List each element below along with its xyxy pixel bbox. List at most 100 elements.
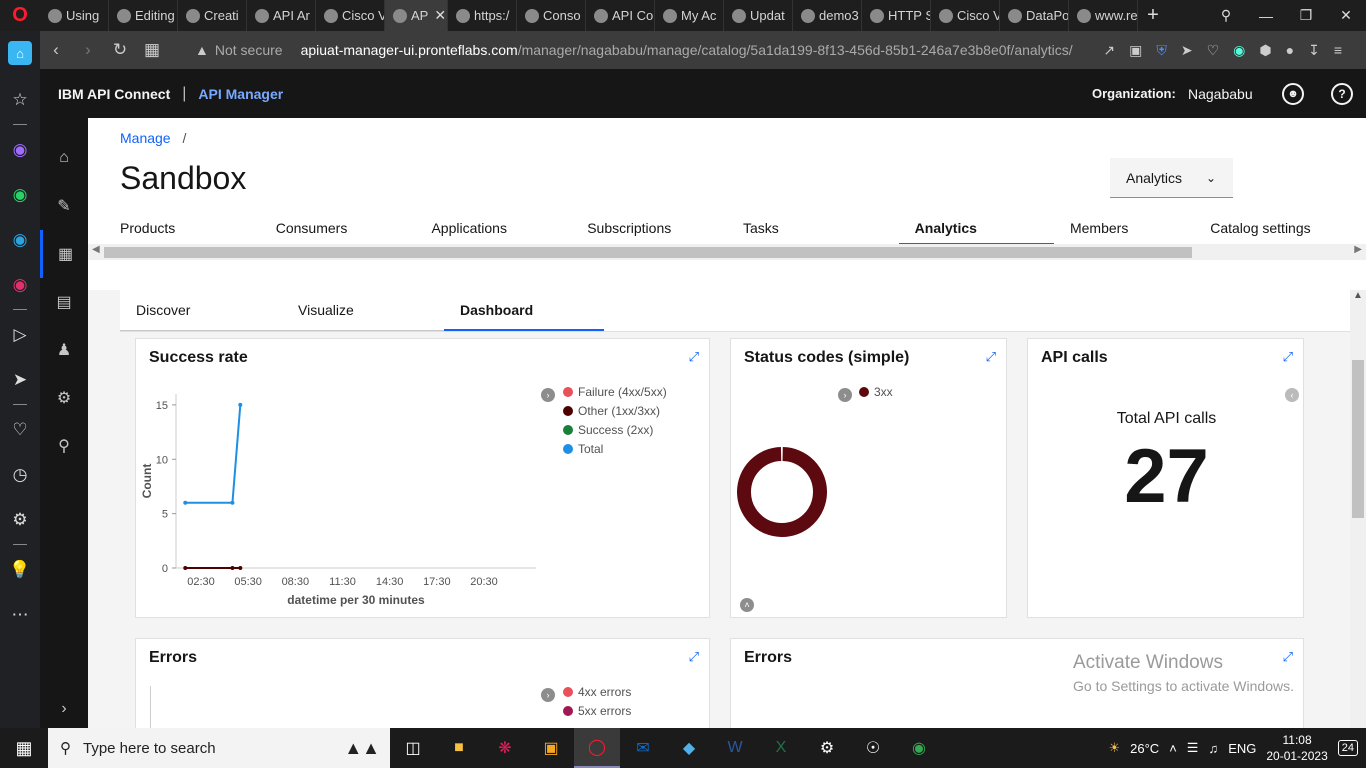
- nav-manage-icon[interactable]: ▦: [40, 230, 88, 278]
- history-icon[interactable]: ◷: [0, 452, 40, 497]
- nav-search-icon[interactable]: ⚲: [40, 422, 88, 470]
- settings-icon[interactable]: ⚙: [0, 497, 40, 542]
- taskbar-search[interactable]: ⚲ Type here to search ▲▲: [48, 728, 390, 768]
- url-field[interactable]: ▲ Not secure apiuat-manager-ui.prontefla…: [195, 35, 1085, 65]
- breadcrumb-manage-link[interactable]: Manage: [120, 130, 171, 146]
- browser-tab[interactable]: Cisco V: [931, 0, 1000, 31]
- browser-tab[interactable]: HTTP S: [862, 0, 931, 31]
- legend-nav-icon[interactable]: ›: [541, 688, 555, 702]
- browser-tab[interactable]: www.re: [1069, 0, 1138, 31]
- notification-icon[interactable]: 24: [1337, 740, 1358, 756]
- chevron-up-icon[interactable]: ˄: [1169, 741, 1177, 756]
- task-view-icon[interactable]: ◫: [390, 728, 436, 768]
- star-icon[interactable]: ☆: [0, 77, 40, 122]
- chrome-icon[interactable]: ◉: [896, 728, 942, 768]
- help-icon[interactable]: ?: [1331, 82, 1353, 105]
- nav-members-icon[interactable]: ♟: [40, 326, 88, 374]
- legend-item[interactable]: 5xx errors: [563, 701, 631, 720]
- browser-tab[interactable]: My Ac: [655, 0, 724, 31]
- brand-name[interactable]: IBM API Connect: [58, 86, 170, 102]
- browser-tab[interactable]: AP ✕: [385, 0, 448, 31]
- legend-item[interactable]: Failure (4xx/5xx): [563, 382, 667, 401]
- scroll-right-icon[interactable]: ▶: [1354, 244, 1362, 255]
- subtab-dashboard[interactable]: Dashboard: [444, 290, 604, 331]
- camera-icon[interactable]: ▣: [1129, 42, 1142, 59]
- tab-grid-icon[interactable]: ▦: [136, 40, 168, 60]
- product-name[interactable]: API Manager: [198, 86, 283, 102]
- close-window-icon[interactable]: ✕: [1326, 0, 1366, 31]
- view-dropdown[interactable]: Analytics ⌄: [1110, 158, 1233, 198]
- instagram-icon[interactable]: ◉: [0, 262, 40, 307]
- file-explorer-icon[interactable]: ■: [436, 728, 482, 768]
- legend-item[interactable]: Success (2xx): [563, 420, 667, 439]
- opera-logo-icon[interactable]: O: [0, 0, 40, 31]
- gear-icon[interactable]: ⚙: [804, 728, 850, 768]
- more-icon[interactable]: ⋯: [0, 592, 40, 637]
- maximize-icon[interactable]: ❐: [1286, 0, 1326, 31]
- player-icon[interactable]: ▷: [0, 312, 40, 357]
- language-indicator[interactable]: ENG: [1228, 741, 1256, 756]
- nav-home-icon[interactable]: ⌂: [40, 134, 88, 182]
- scrollbar-thumb[interactable]: [104, 247, 1192, 258]
- browser-tab[interactable]: https:/: [448, 0, 517, 31]
- share-icon[interactable]: ↗: [1103, 42, 1115, 59]
- outlook-icon[interactable]: ✉: [620, 728, 666, 768]
- weather-icon[interactable]: ☀: [1108, 740, 1120, 756]
- vertical-scrollbar-thumb[interactable]: [1352, 360, 1364, 518]
- browser-tab[interactable]: API Ar: [247, 0, 316, 31]
- browser-tab[interactable]: Using: [40, 0, 109, 31]
- legend-nav-icon[interactable]: ›: [838, 388, 852, 402]
- scroll-left-icon[interactable]: ◀: [92, 244, 100, 255]
- nav-develop-icon[interactable]: ✎: [40, 182, 88, 230]
- lightbulb-icon[interactable]: 💡: [0, 547, 40, 592]
- user-icon[interactable]: ☻: [1282, 82, 1304, 105]
- legend-item[interactable]: Total: [563, 439, 667, 458]
- heart-icon[interactable]: ♡: [1207, 42, 1220, 59]
- browser-tab[interactable]: API Co: [586, 0, 655, 31]
- nav-settings-icon[interactable]: ⚙: [40, 374, 88, 422]
- legend-item[interactable]: 3xx: [859, 382, 893, 401]
- satellite-icon[interactable]: ☉: [850, 728, 896, 768]
- expand-icon[interactable]: ⤢: [1283, 349, 1293, 365]
- favorites-icon[interactable]: ♡: [0, 407, 40, 452]
- tab-members[interactable]: Members: [1054, 212, 1210, 245]
- browser-tab[interactable]: Cisco V: [316, 0, 385, 31]
- vertical-scrollbar[interactable]: ▲: [1350, 290, 1366, 728]
- menu-icon[interactable]: ≡: [1334, 42, 1342, 58]
- tab-products[interactable]: Products: [120, 212, 276, 245]
- organization-value[interactable]: Nagababu: [1188, 86, 1253, 102]
- nav-expand-icon[interactable]: ›: [40, 700, 88, 718]
- browser-tab[interactable]: Conso: [517, 0, 586, 31]
- browser-tab[interactable]: Updat: [724, 0, 793, 31]
- browser-tab[interactable]: demo3: [793, 0, 862, 31]
- expand-icon[interactable]: ⤢: [689, 349, 699, 365]
- horizontal-scrollbar[interactable]: ◀ ▶: [88, 244, 1366, 260]
- network-icon[interactable]: ☰: [1187, 740, 1199, 756]
- tab-subscriptions[interactable]: Subscriptions: [587, 212, 743, 245]
- volume-icon[interactable]: ♫: [1208, 741, 1218, 756]
- app-window-icon[interactable]: ▣: [528, 728, 574, 768]
- expand-icon[interactable]: ⤢: [689, 649, 699, 665]
- subtab-discover[interactable]: Discover: [120, 290, 282, 331]
- collapse-icon[interactable]: ˄: [740, 598, 754, 612]
- legend-back-icon[interactable]: ‹: [1285, 388, 1299, 402]
- reload-icon[interactable]: ↻: [104, 40, 136, 60]
- aria-icon[interactable]: ◉: [1233, 42, 1245, 59]
- scroll-up-icon[interactable]: ▲: [1353, 290, 1363, 301]
- forward-icon[interactable]: ›: [72, 40, 104, 60]
- legend-item[interactable]: Other (1xx/3xx): [563, 401, 667, 420]
- nav-resources-icon[interactable]: ▤: [40, 278, 88, 326]
- new-tab-button[interactable]: +: [1138, 4, 1168, 27]
- browser-tab[interactable]: DataPo: [1000, 0, 1069, 31]
- subtab-visualize[interactable]: Visualize: [282, 290, 444, 331]
- excel-icon[interactable]: X: [758, 728, 804, 768]
- browser-tab[interactable]: Editing: [109, 0, 178, 31]
- slack-icon[interactable]: ❋: [482, 728, 528, 768]
- tab-consumers[interactable]: Consumers: [276, 212, 432, 245]
- whatsapp-icon[interactable]: ◉: [0, 172, 40, 217]
- expand-icon[interactable]: ⤢: [986, 349, 996, 365]
- tab-tasks[interactable]: Tasks: [743, 212, 899, 245]
- legend-nav-icon[interactable]: ›: [541, 388, 555, 402]
- messenger-icon[interactable]: ◉: [0, 127, 40, 172]
- tab-analytics[interactable]: Analytics: [898, 212, 1054, 245]
